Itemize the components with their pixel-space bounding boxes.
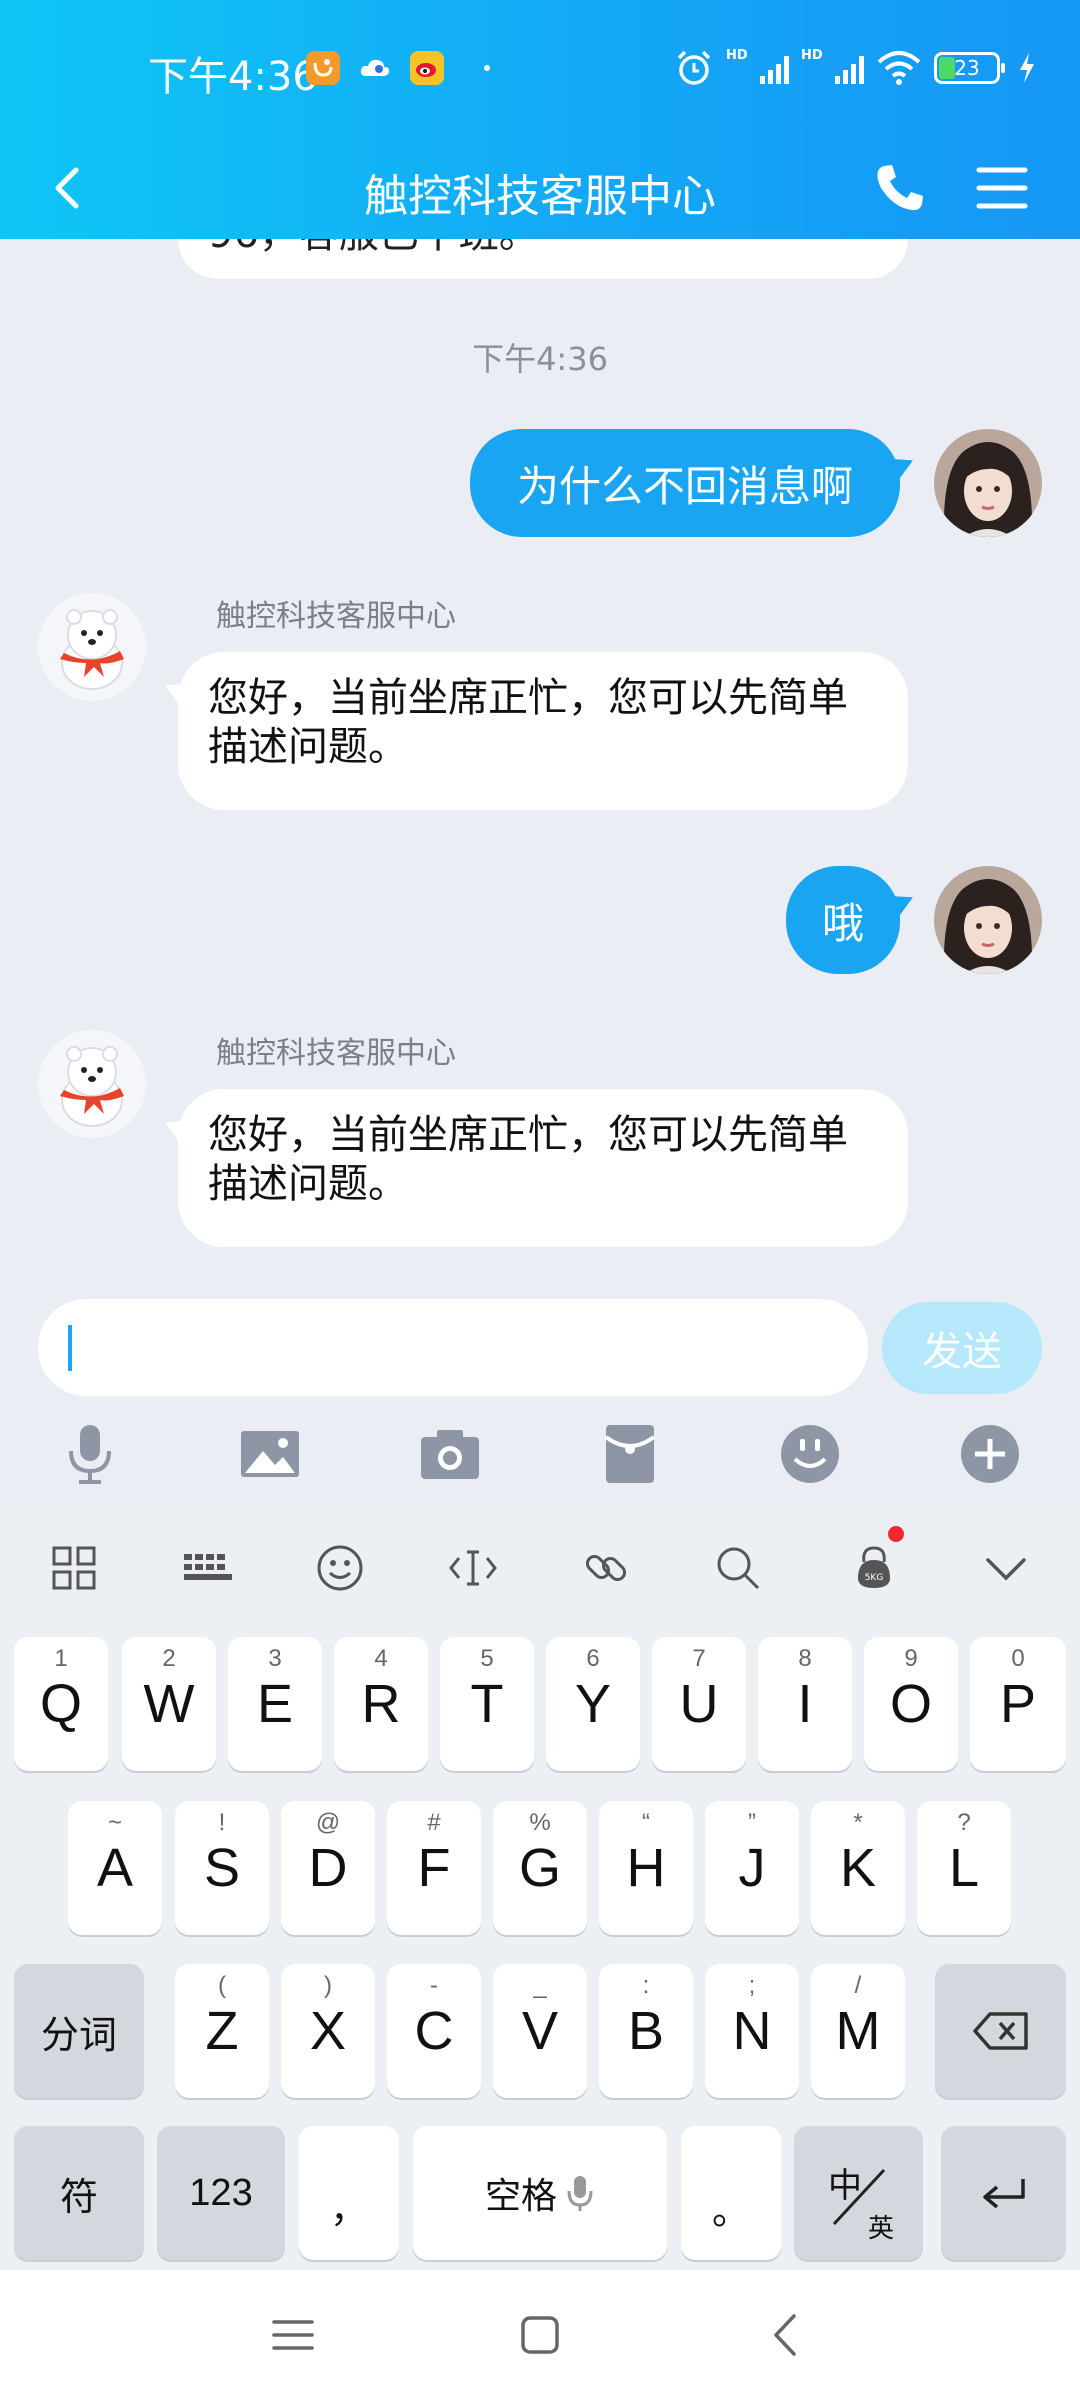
plus-icon[interactable] [957, 1421, 1023, 1487]
comma-key[interactable]: ， [299, 2126, 399, 2260]
key-o[interactable]: 9O [864, 1637, 958, 1771]
backspace-key[interactable] [935, 1964, 1066, 2098]
key-t[interactable]: 5T [440, 1637, 534, 1771]
cursor-icon[interactable] [447, 1542, 499, 1594]
segment-key[interactable]: 分词 [14, 1964, 144, 2098]
key-p[interactable]: 0P [970, 1637, 1066, 1771]
menu-button[interactable] [974, 160, 1030, 216]
signal-1-icon: HD [726, 48, 789, 84]
key-r[interactable]: 4R [334, 1637, 428, 1771]
alarm-icon [677, 50, 711, 85]
camera-icon[interactable] [417, 1421, 483, 1487]
user-avatar[interactable] [934, 429, 1042, 537]
uc-browser-icon [306, 51, 340, 85]
enter-key[interactable] [941, 2126, 1066, 2260]
image-icon[interactable] [237, 1421, 303, 1487]
message-bubble-incoming[interactable]: 您好，当前坐席正忙，您可以先简单描述问题。 [178, 1089, 908, 1247]
keyboard-icon[interactable] [182, 1542, 234, 1594]
service-avatar[interactable] [38, 1030, 146, 1138]
voice-icon [567, 2176, 593, 2211]
header: 下午4:36 HD HD 23 触控科技客服中心 [0, 0, 1080, 239]
collapse-keyboard-icon[interactable] [980, 1542, 1032, 1594]
key-g[interactable]: % G [493, 1801, 587, 1935]
key-b[interactable]: :B [599, 1964, 693, 2098]
key-l[interactable]: ? L [917, 1801, 1011, 1935]
language-switch-key[interactable]: 中 英 [794, 2126, 923, 2260]
system-back-button[interactable] [760, 2308, 814, 2362]
key-d[interactable]: @ D [281, 1801, 375, 1935]
chat-area[interactable]: 96，客服已下班。 下午4:36 为什么不回消息啊 触控科技客服中心 [0, 239, 1080, 1299]
wifi-icon [877, 51, 921, 85]
key-f[interactable]: # F [387, 1801, 481, 1935]
svg-text:5KG: 5KG [865, 1573, 884, 1583]
keyboard-toolbar: 5KG [0, 1504, 1080, 1632]
key-e[interactable]: 3E [228, 1637, 322, 1771]
keyboard: 5KG 1Q 2W 3E 4R 5T 6Y 7U 8I 9O 0P ~ A ! S … [0, 1504, 1080, 2270]
period-key[interactable]: 。 [681, 2126, 781, 2260]
message-input[interactable] [38, 1299, 868, 1396]
key-s[interactable]: ! S [175, 1801, 269, 1935]
key-q[interactable]: 1Q [14, 1637, 108, 1771]
key-w[interactable]: 2W [122, 1637, 216, 1771]
red-packet-icon[interactable] [597, 1421, 663, 1487]
backspace-icon [972, 2012, 1028, 2050]
number-key[interactable]: 123 [157, 2126, 285, 2260]
service-avatar[interactable] [38, 593, 146, 701]
key-y[interactable]: 6Y [546, 1637, 640, 1771]
more-notifications-dot [484, 65, 490, 71]
key-h[interactable]: “H [599, 1801, 693, 1935]
symbol-key[interactable]: 符 [14, 2126, 144, 2260]
status-bar: 下午4:36 HD HD 23 [0, 0, 1080, 136]
home-button[interactable] [513, 2308, 567, 2362]
key-m[interactable]: / M [811, 1964, 905, 2098]
key-k[interactable]: * K [811, 1801, 905, 1935]
link-icon[interactable] [580, 1542, 632, 1594]
send-button[interactable]: 发送 [882, 1302, 1042, 1394]
message-bubble-partial: 96，客服已下班。 [178, 239, 908, 279]
phone-call-button[interactable] [870, 158, 930, 218]
enter-icon [982, 2179, 1025, 2209]
signal-2-icon: HD [801, 48, 864, 84]
system-navigation-bar [0, 2270, 1080, 2400]
chat-toolbar [0, 1417, 1080, 1497]
status-time: 下午4:36 [148, 54, 318, 100]
key-u[interactable]: 7U [652, 1637, 746, 1771]
weibo-icon [410, 51, 444, 85]
emoji-icon[interactable] [777, 1421, 843, 1487]
message-bubble-incoming[interactable]: 您好，当前坐席正忙，您可以先简单描述问题。 [178, 652, 908, 810]
user-avatar[interactable] [934, 866, 1042, 974]
key-c[interactable]: -C [387, 1964, 481, 2098]
search-icon[interactable] [712, 1542, 764, 1594]
status-right: HD HD 23 [674, 48, 1036, 88]
charging-icon [1020, 53, 1034, 83]
space-key[interactable]: 空格 [413, 2126, 667, 2260]
key-n[interactable]: ; N [705, 1964, 799, 2098]
microphone-icon[interactable] [57, 1421, 123, 1487]
notification-dot [888, 1526, 904, 1542]
emoji-icon[interactable] [314, 1542, 366, 1594]
kettlebell-icon[interactable]: 5KG [848, 1542, 900, 1594]
message-time: 下午4:36 [472, 340, 608, 378]
grid-icon[interactable] [48, 1542, 100, 1594]
input-bar: 发送 [0, 1299, 1080, 1504]
text-cursor [68, 1325, 72, 1371]
nav-bar: 触控科技客服中心 [0, 136, 1080, 239]
key-a[interactable]: ~ A [68, 1801, 162, 1935]
message-bubble-outgoing[interactable]: 为什么不回消息啊 [470, 429, 900, 537]
slash-icon [832, 2168, 886, 2226]
message-bubble-outgoing[interactable]: 哦 [786, 866, 900, 974]
key-z[interactable]: (Z [175, 1964, 269, 2098]
cloud-icon [358, 51, 392, 85]
sender-name: 触控科技客服中心 [216, 599, 456, 634]
sender-name: 触控科技客服中心 [216, 1036, 456, 1071]
battery-icon: 23 [934, 52, 1005, 84]
key-j[interactable]: ” J [705, 1801, 799, 1935]
notification-icons [306, 51, 490, 85]
key-v[interactable]: _ V [493, 1964, 587, 2098]
recent-apps-button[interactable] [266, 2308, 320, 2362]
key-x[interactable]: ) X [281, 1964, 375, 2098]
key-i[interactable]: 8I [758, 1637, 852, 1771]
